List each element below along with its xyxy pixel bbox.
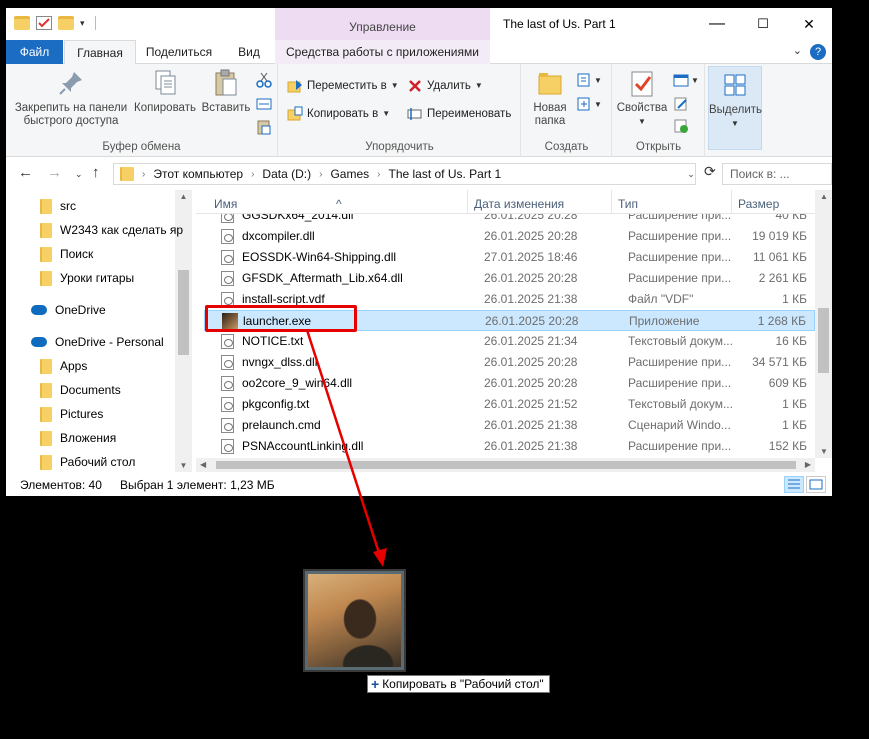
drag-tooltip: + Копировать в "Рабочий стол" <box>367 675 550 693</box>
drag-arrow <box>305 329 387 567</box>
drag-tooltip-text: Копировать в "Рабочий стол" <box>382 677 544 691</box>
game-cover-image <box>308 574 401 667</box>
plus-icon: + <box>371 676 380 692</box>
drag-preview-image <box>303 569 406 672</box>
